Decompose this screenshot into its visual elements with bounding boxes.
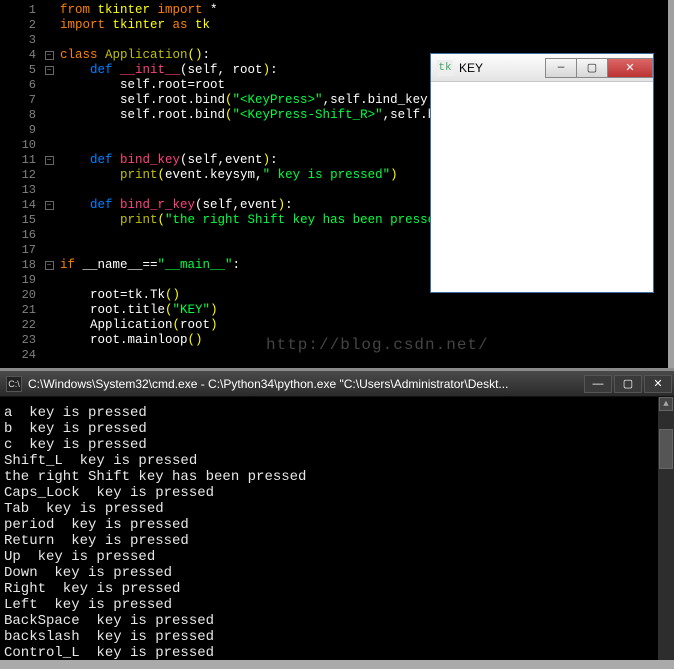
line-number: 10 <box>0 138 42 153</box>
line-number: 1 <box>0 3 42 18</box>
line-number: 21 <box>0 303 42 318</box>
fold-cell: − <box>42 48 56 63</box>
console-scrollbar[interactable]: ▲ <box>658 397 674 660</box>
fold-cell <box>42 318 56 333</box>
tk-title-text: KEY <box>459 61 546 75</box>
line-number: 22 <box>0 318 42 333</box>
fold-cell: − <box>42 198 56 213</box>
fold-cell <box>42 78 56 93</box>
line-number: 16 <box>0 228 42 243</box>
fold-cell <box>42 288 56 303</box>
fold-cell <box>42 123 56 138</box>
line-number: 3 <box>0 33 42 48</box>
fold-toggle-icon[interactable]: − <box>45 261 54 270</box>
console-pane: C:\ C:\Windows\System32\cmd.exe - C:\Pyt… <box>0 368 674 660</box>
fold-cell <box>42 228 56 243</box>
line-number: 2 <box>0 18 42 33</box>
code-line[interactable]: from tkinter import * <box>60 3 668 18</box>
fold-cell <box>42 18 56 33</box>
tk-titlebar[interactable]: tk KEY — ▢ ✕ <box>431 54 653 82</box>
fold-toggle-icon[interactable]: − <box>45 51 54 60</box>
watermark-text: http://blog.csdn.net/ <box>266 336 489 354</box>
fold-cell <box>42 33 56 48</box>
fold-cell <box>42 108 56 123</box>
minimize-button[interactable]: — <box>545 58 577 78</box>
line-number: 20 <box>0 288 42 303</box>
fold-cell <box>42 333 56 348</box>
line-number: 19 <box>0 273 42 288</box>
line-number: 17 <box>0 243 42 258</box>
fold-cell <box>42 93 56 108</box>
code-line[interactable] <box>60 33 668 48</box>
console-title-text: C:\Windows\System32\cmd.exe - C:\Python3… <box>28 377 582 391</box>
tk-client-area[interactable] <box>431 82 653 292</box>
scroll-thumb[interactable] <box>659 429 673 469</box>
fold-cell <box>42 168 56 183</box>
fold-cell: − <box>42 258 56 273</box>
line-number: 14 <box>0 198 42 213</box>
line-number: 15 <box>0 213 42 228</box>
close-button[interactable]: ✕ <box>607 58 653 78</box>
maximize-button[interactable]: ▢ <box>576 58 608 78</box>
fold-cell <box>42 3 56 18</box>
console-titlebar[interactable]: C:\ C:\Windows\System32\cmd.exe - C:\Pyt… <box>0 371 674 397</box>
tk-app-icon: tk <box>437 60 453 76</box>
fold-cell <box>42 273 56 288</box>
fold-cell <box>42 348 56 363</box>
fold-cell: − <box>42 63 56 78</box>
line-number: 5 <box>0 63 42 78</box>
line-number: 9 <box>0 123 42 138</box>
line-number: 13 <box>0 183 42 198</box>
line-number-gutter: 123456789101112131415161718192021222324 <box>0 0 42 368</box>
fold-cell <box>42 243 56 258</box>
fold-cell <box>42 183 56 198</box>
console-maximize-button[interactable]: ▢ <box>614 375 642 393</box>
fold-cell <box>42 138 56 153</box>
code-line[interactable]: Application(root) <box>60 318 668 333</box>
fold-cell <box>42 213 56 228</box>
scroll-up-icon[interactable]: ▲ <box>659 397 673 411</box>
console-minimize-button[interactable]: — <box>584 375 612 393</box>
fold-cell <box>42 303 56 318</box>
tk-window[interactable]: tk KEY — ▢ ✕ <box>430 53 654 293</box>
line-number: 8 <box>0 108 42 123</box>
code-line[interactable]: import tkinter as tk <box>60 18 668 33</box>
fold-toggle-icon[interactable]: − <box>45 66 54 75</box>
fold-cell: − <box>42 153 56 168</box>
console-output[interactable]: a key is pressed b key is pressed c key … <box>0 397 674 669</box>
console-close-button[interactable]: ✕ <box>644 375 672 393</box>
cmd-icon: C:\ <box>6 376 22 392</box>
line-number: 12 <box>0 168 42 183</box>
line-number: 23 <box>0 333 42 348</box>
line-number: 11 <box>0 153 42 168</box>
fold-toggle-icon[interactable]: − <box>45 201 54 210</box>
line-number: 4 <box>0 48 42 63</box>
line-number: 6 <box>0 78 42 93</box>
line-number: 7 <box>0 93 42 108</box>
fold-column: − − − − − <box>42 0 56 368</box>
line-number: 24 <box>0 348 42 363</box>
line-number: 18 <box>0 258 42 273</box>
code-line[interactable]: root.title("KEY") <box>60 303 668 318</box>
fold-toggle-icon[interactable]: − <box>45 156 54 165</box>
